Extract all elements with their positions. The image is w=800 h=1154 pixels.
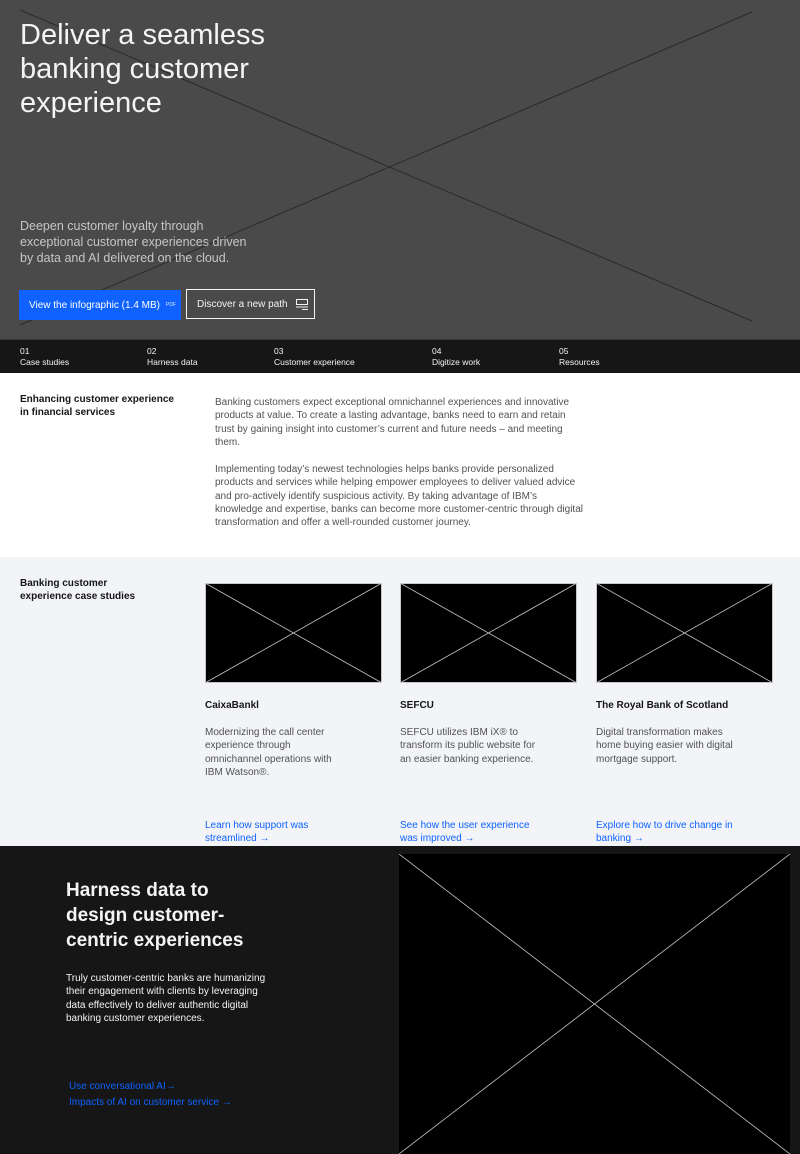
case-study-description: Modernizing the call center experience t… (205, 727, 332, 778)
case-study-description: SEFCU utilizes IBM iX® to transform its … (400, 727, 536, 765)
section-tab-nav: 01 Case studies 02 Harness data 03 Custo… (0, 339, 800, 373)
case-study-link[interactable]: See how the user experience was improved… (400, 819, 550, 846)
case-study-title: The Royal Bank of Scotland (596, 700, 729, 711)
tab-digitize-work[interactable]: 04 Digitize work (432, 346, 480, 368)
tab-number: 03 (274, 346, 284, 356)
case-study-link-label: Explore how to drive change in banking (596, 820, 733, 845)
ai-customer-service-link[interactable]: Impacts of AI on customer service → (69, 1096, 232, 1109)
hero-title: Deliver a seamless banking customer expe… (20, 19, 265, 119)
arrow-right-icon: → (259, 833, 270, 845)
tab-case-studies[interactable]: 01 Case studies (20, 346, 69, 368)
case-study-link-label: Learn how support was streamlined (205, 820, 309, 845)
ai-customer-service-label: Impacts of AI on customer service (69, 1097, 220, 1108)
tab-resources[interactable]: 05 Resources (559, 346, 600, 368)
tab-number: 02 (147, 346, 157, 356)
case-study-title: CaixaBankl (205, 700, 259, 711)
intro-body: Banking customers expect exceptional omn… (215, 396, 587, 530)
tab-label: Digitize work (432, 357, 481, 367)
case-study-card: SEFCU SEFCU utilizes IBM iX® to transfor… (400, 583, 577, 844)
tab-number: 01 (20, 346, 30, 356)
harness-data-body: Truly customer-centric banks are humaniz… (66, 973, 266, 1024)
case-study-description: Digital transformation makes home buying… (596, 727, 733, 765)
tab-label: Resources (559, 357, 600, 367)
tab-label: Case studies (20, 357, 70, 367)
harness-data-section: Harness data to design customer-centric … (0, 846, 800, 1154)
view-infographic-label: View the infographic (1.4 MB) (29, 299, 160, 311)
arrow-right-icon: → (464, 833, 475, 845)
intro-paragraph: Banking customers expect exceptional omn… (215, 397, 570, 448)
arrow-right-icon: → (633, 833, 644, 845)
intro-heading: Enhancing customer experience in financi… (20, 394, 174, 418)
conversational-ai-link[interactable]: Use conversational AI→ (69, 1080, 176, 1093)
case-study-title: SEFCU (400, 700, 434, 711)
arrow-right-icon: → (165, 1081, 176, 1092)
discover-path-label: Discover a new path (197, 298, 288, 310)
arrow-right-icon: → (221, 1097, 232, 1108)
tab-number: 05 (559, 346, 569, 356)
view-infographic-button[interactable]: View the infographic (1.4 MB) PDF (19, 290, 181, 320)
discover-path-button[interactable]: Discover a new path (186, 289, 315, 319)
pdf-icon: PDF (166, 302, 176, 308)
harness-data-image (399, 854, 790, 1154)
tab-customer-experience[interactable]: 03 Customer experience (274, 346, 355, 368)
list-icon (295, 298, 308, 310)
intro-paragraph: Implementing today’s newest technologies… (215, 464, 583, 529)
case-studies-section: Banking customer experience case studies… (0, 557, 800, 846)
tab-harness-data[interactable]: 02 Harness data (147, 346, 198, 368)
case-study-image (400, 583, 577, 683)
hero-section: Deliver a seamless banking customer expe… (0, 0, 800, 339)
case-study-link[interactable]: Learn how support was streamlined → (205, 819, 355, 846)
hero-subtitle: Deepen customer loyalty through exceptio… (20, 219, 247, 265)
case-study-card: The Royal Bank of Scotland Digital trans… (596, 583, 773, 844)
case-study-card: CaixaBankl Modernizing the call center e… (205, 583, 382, 844)
conversational-ai-label: Use conversational AI (69, 1081, 166, 1092)
harness-data-title: Harness data to design customer-centric … (66, 880, 244, 951)
case-study-image (596, 583, 773, 683)
tab-label: Customer experience (274, 357, 355, 367)
case-study-link[interactable]: Explore how to drive change in banking → (596, 819, 746, 846)
tab-number: 04 (432, 346, 442, 356)
tab-label: Harness data (147, 357, 198, 367)
case-study-image (205, 583, 382, 683)
case-studies-heading: Banking customer experience case studies (20, 578, 136, 602)
